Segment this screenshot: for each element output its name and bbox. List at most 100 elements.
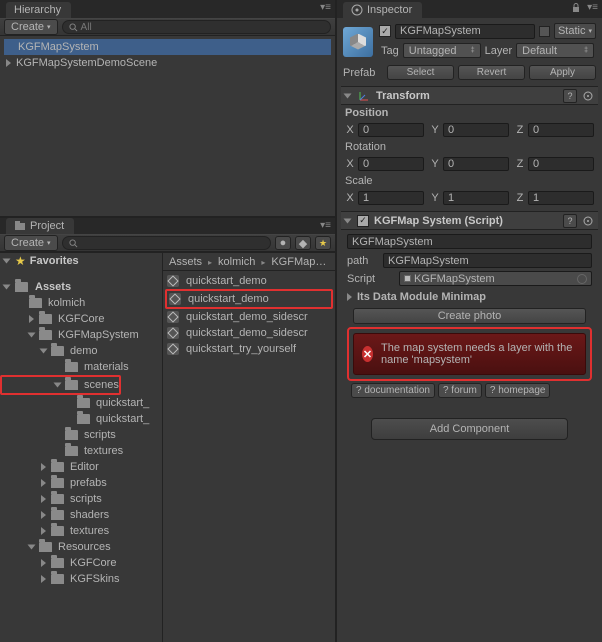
kgf-path-field[interactable]: KGFMapSystem [383, 253, 592, 268]
gear-icon[interactable] [582, 90, 594, 102]
breadcrumb-segment[interactable]: KGFMap… [271, 256, 326, 268]
folder-item[interactable]: quickstart_ [0, 395, 162, 411]
folder-item[interactable]: Editor [0, 459, 162, 475]
prefab-apply-button[interactable]: Apply [529, 65, 596, 80]
create-photo-button[interactable]: Create photo [353, 308, 586, 324]
folder-item[interactable]: shaders [0, 507, 162, 523]
prefab-select-button[interactable]: Select [387, 65, 454, 80]
folder-item[interactable]: KGFMapSystem [0, 327, 162, 343]
project-toolbar: Create ▾ ● ◆ ★ [0, 234, 335, 252]
foldout-icon[interactable] [28, 333, 36, 338]
folder-item[interactable]: materials [0, 359, 162, 375]
folder-icon [77, 414, 90, 424]
gameobject-name-field[interactable]: KGFMapSystem [395, 24, 535, 39]
folder-item[interactable]: textures [0, 523, 162, 539]
scale-y-field[interactable]: 1 [443, 191, 509, 205]
folder-icon [39, 542, 52, 552]
kgf-name-field[interactable]: KGFMapSystem [347, 234, 592, 249]
object-picker-icon[interactable] [577, 274, 587, 284]
foldout-icon[interactable] [41, 559, 46, 567]
foldout-icon[interactable] [3, 285, 11, 290]
position-x-field[interactable]: 0 [358, 123, 424, 137]
help-link-button[interactable]: ? homepage [485, 383, 551, 398]
foldout-icon[interactable] [41, 479, 46, 487]
folder-item[interactable]: KGFCore [0, 311, 162, 327]
folder-item[interactable]: scripts [0, 427, 162, 443]
foldout-icon[interactable] [40, 349, 48, 354]
active-checkbox[interactable]: ✓ [379, 25, 391, 37]
script-object-field[interactable]: KGFMapSystem [399, 271, 592, 286]
breadcrumb-segment[interactable]: kolmich [218, 256, 255, 268]
static-checkbox[interactable] [539, 26, 550, 37]
search-by-label-button[interactable]: ◆ [295, 236, 311, 250]
asset-item[interactable]: quickstart_try_yourself [165, 341, 333, 357]
foldout-icon[interactable] [54, 383, 62, 388]
foldout-icon[interactable] [347, 293, 352, 301]
folder-icon [65, 430, 78, 440]
foldout-icon[interactable] [41, 495, 46, 503]
save-search-button[interactable]: ★ [315, 236, 331, 250]
help-link-button[interactable]: ? documentation [351, 383, 435, 398]
layer-dropdown[interactable]: Default‡ [516, 43, 594, 58]
foldout-icon[interactable] [344, 218, 352, 223]
folder-icon [51, 526, 64, 536]
hierarchy-item[interactable]: KGFMapSystemDemoScene [4, 55, 331, 71]
gear-icon[interactable] [582, 215, 594, 227]
folder-item[interactable]: textures [0, 443, 162, 459]
help-icon[interactable]: ? [563, 214, 577, 228]
scale-x-field[interactable]: 1 [358, 191, 424, 205]
foldout-icon[interactable] [28, 545, 36, 550]
foldout-icon[interactable] [41, 575, 46, 583]
folder-item[interactable]: KGFSkins [0, 571, 162, 587]
asset-item[interactable]: quickstart_demo_sidescr [165, 309, 333, 325]
panel-menu-icon[interactable]: ▾≡ [320, 220, 331, 231]
folder-item[interactable]: demo [0, 343, 162, 359]
help-link-button[interactable]: ? forum [438, 383, 482, 398]
foldout-icon[interactable] [344, 93, 352, 98]
hierarchy-tab[interactable]: Hierarchy [6, 2, 71, 18]
rotation-x-field[interactable]: 0 [358, 157, 424, 171]
scale-z-field[interactable]: 1 [528, 191, 594, 205]
foldout-icon[interactable] [6, 59, 11, 67]
folder-item[interactable]: scenes [2, 377, 119, 393]
folder-item[interactable]: kolmich [0, 295, 162, 311]
panel-menu-icon[interactable]: ▾≡ [320, 2, 331, 13]
asset-item[interactable]: quickstart_demo_sidescr [165, 325, 333, 341]
foldout-icon[interactable] [41, 527, 46, 535]
folder-item[interactable]: Resources [0, 539, 162, 555]
project-create-button[interactable]: Create ▾ [4, 235, 58, 251]
tag-dropdown[interactable]: Untagged‡ [403, 43, 481, 58]
favorites-section[interactable]: ★ Favorites [0, 253, 162, 269]
help-icon[interactable]: ? [563, 89, 577, 103]
component-enabled-checkbox[interactable]: ✓ [357, 215, 369, 227]
folder-item[interactable]: quickstart_ [0, 411, 162, 427]
foldout-icon[interactable] [41, 511, 46, 519]
rotation-y-field[interactable]: 0 [443, 157, 509, 171]
static-dropdown[interactable]: Static▾ [554, 23, 596, 39]
project-search-input[interactable] [62, 236, 271, 250]
add-component-button[interactable]: Add Component [371, 418, 568, 440]
assets-section[interactable]: Assets [0, 279, 162, 295]
breadcrumb-segment[interactable]: Assets [169, 256, 202, 268]
folder-item[interactable]: prefabs [0, 475, 162, 491]
panel-menu-icon[interactable]: ▾≡ [587, 2, 598, 13]
asset-item[interactable]: quickstart_demo [167, 291, 331, 307]
hierarchy-create-button[interactable]: Create ▾ [4, 19, 58, 35]
position-z-field[interactable]: 0 [528, 123, 594, 137]
hierarchy-item[interactable]: KGFMapSystem [4, 39, 331, 55]
search-by-type-button[interactable]: ● [275, 236, 291, 250]
folder-item[interactable]: scripts [0, 491, 162, 507]
foldout-icon[interactable] [3, 259, 11, 264]
rotation-z-field[interactable]: 0 [528, 157, 594, 171]
folder-icon [51, 462, 64, 472]
position-y-field[interactable]: 0 [443, 123, 509, 137]
project-tab[interactable]: Project [6, 218, 74, 234]
inspector-tab[interactable]: Inspector [343, 2, 422, 18]
asset-item[interactable]: quickstart_demo [165, 273, 333, 289]
foldout-icon[interactable] [29, 315, 34, 323]
lock-icon[interactable] [571, 3, 581, 13]
hierarchy-search-input[interactable]: All [62, 20, 331, 34]
foldout-icon[interactable] [41, 463, 46, 471]
folder-item[interactable]: KGFCore [0, 555, 162, 571]
prefab-revert-button[interactable]: Revert [458, 65, 525, 80]
